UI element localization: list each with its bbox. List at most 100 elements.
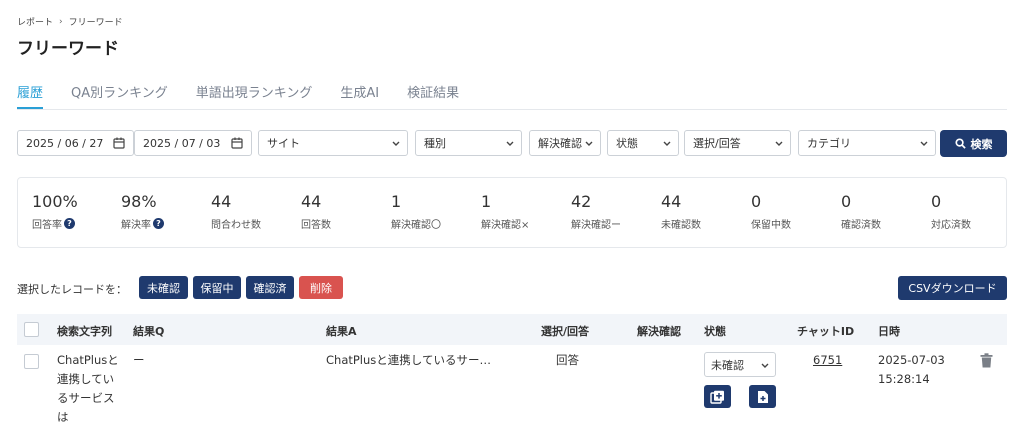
stat-answers: 44 回答数 <box>301 192 331 231</box>
delete-button[interactable]: 削除 <box>299 276 343 299</box>
stat-resolution-rate: 98% 解決率? <box>121 192 164 231</box>
category-select[interactable]: カテゴリ <box>798 130 936 156</box>
select-answer-select[interactable]: 選択/回答 <box>684 130 791 156</box>
date-from-input[interactable]: 2025 / 06 / 27 <box>17 130 134 156</box>
stat-value: 1 <box>391 192 402 211</box>
type-select[interactable]: 種別 <box>415 130 522 156</box>
stat-unconfirmed: 44 未確認数 <box>661 192 701 231</box>
column-header-select-answer[interactable]: 選択/回答 <box>541 323 589 339</box>
stat-value: 44 <box>661 192 682 211</box>
search-icon <box>954 138 966 149</box>
cell-select-answer: 回答 <box>556 353 579 367</box>
state-select[interactable]: 状態 <box>607 130 679 156</box>
chevron-down-icon <box>663 141 671 146</box>
tab-word-ranking[interactable]: 単語出現ランキング <box>196 80 313 109</box>
stat-resolved-none: 42 解決確認ー <box>571 192 621 231</box>
date-to-input[interactable]: 2025 / 07 / 03 <box>134 130 252 156</box>
stat-resolved-no: 1 解決確認× <box>481 192 529 231</box>
csv-download-button[interactable]: CSVダウンロード <box>898 276 1007 300</box>
add-to-library-button[interactable] <box>704 385 731 408</box>
stat-label: 解決率 <box>121 220 151 231</box>
stat-value: 100% <box>32 192 78 211</box>
select-all-checkbox[interactable] <box>24 322 39 337</box>
stat-label: 保留中数 <box>751 220 791 231</box>
stat-value: 98% <box>121 192 157 211</box>
chat-id-link[interactable]: 6751 <box>813 353 842 367</box>
stat-label: 解決確認× <box>481 220 530 231</box>
column-header-search-text[interactable]: 検索文字列 <box>57 323 112 339</box>
site-select[interactable]: サイト <box>258 130 408 156</box>
stat-label: 回答数 <box>301 220 331 231</box>
column-header-result-q[interactable]: 結果Q <box>133 323 164 339</box>
column-header-chat-id[interactable]: チャットID <box>797 323 854 339</box>
tab-qa-ranking[interactable]: QA別ランキング <box>71 80 168 109</box>
date-from-value: 2025 / 06 / 27 <box>26 136 104 150</box>
cell-datetime: 2025-07-03 15:28:14 <box>878 351 945 389</box>
stat-resolved-yes: 1 解決確認〇 <box>391 192 441 231</box>
add-document-button[interactable] <box>749 385 776 408</box>
cell-chat-id: 6751 <box>813 351 842 370</box>
mark-unconfirmed-button[interactable]: 未確認 <box>139 276 188 299</box>
cell-search-text: ChatPlusと 連携してい るサービス は <box>57 351 127 424</box>
stat-value: 42 <box>571 192 592 211</box>
bulk-action-label: 選択したレコードを： <box>17 283 127 296</box>
column-header-result-a[interactable]: 結果A <box>326 323 357 339</box>
type-select-value: 種別 <box>424 137 446 150</box>
stat-pending: 0 保留中数 <box>751 192 791 231</box>
resolution-select-value: 解決確認 <box>538 137 582 150</box>
stats-panel: 100% 回答率? 98% 解決率? 44 問合わせ数 44 回答数 1 解決確… <box>17 177 1007 248</box>
mark-confirmed-button[interactable]: 確認済 <box>246 276 294 299</box>
breadcrumb-parent[interactable]: レポート <box>17 15 53 28</box>
search-button[interactable]: 検索 <box>940 130 1007 157</box>
stat-value: 0 <box>751 192 762 211</box>
stat-confirmed: 0 確認済数 <box>841 192 881 231</box>
stat-inquiries: 44 問合わせ数 <box>211 192 261 231</box>
filter-bar: 2025 / 06 / 27 2025 / 07 / 03 サイト 種別 解決確… <box>17 130 1007 157</box>
trash-icon[interactable] <box>980 353 993 368</box>
stat-label: 回答率 <box>32 220 62 231</box>
note-add-icon <box>757 390 768 403</box>
stat-value: 1 <box>481 192 492 211</box>
chevron-down-icon <box>920 141 928 146</box>
category-select-value: カテゴリ <box>807 137 851 150</box>
mark-pending-button[interactable]: 保留中 <box>193 276 241 299</box>
date-text: 2025-07-03 <box>878 353 945 367</box>
stat-label: 未確認数 <box>661 220 701 231</box>
stat-label: 解決確認ー <box>571 220 621 231</box>
column-header-resolution[interactable]: 解決確認 <box>637 323 681 339</box>
search-button-label: 検索 <box>970 137 993 151</box>
stat-value: 44 <box>211 192 232 211</box>
cell-result-a[interactable]: ChatPlusと連携しているサー… <box>326 351 491 370</box>
tab-generative-ai[interactable]: 生成AI <box>340 80 379 109</box>
time-text: 15:28:14 <box>878 372 930 386</box>
calendar-icon[interactable] <box>231 137 243 149</box>
library-add-icon <box>710 390 724 404</box>
tab-bar: 履歴 QA別ランキング 単語出現ランキング 生成AI 検証結果 <box>17 80 1007 110</box>
stat-label: 対応済数 <box>931 220 971 231</box>
stat-value: 0 <box>841 192 852 211</box>
column-header-datetime[interactable]: 日時 <box>878 323 900 339</box>
stat-value: 44 <box>301 192 322 211</box>
tab-history[interactable]: 履歴 <box>17 80 44 109</box>
chevron-down-icon <box>392 141 400 146</box>
select-answer-select-value: 選択/回答 <box>693 137 741 150</box>
date-to-value: 2025 / 07 / 03 <box>143 136 221 150</box>
search-text-line: 連携してい <box>57 372 115 386</box>
breadcrumb-current: フリーワード <box>68 18 123 28</box>
column-header-status[interactable]: 状態 <box>704 323 726 339</box>
status-select[interactable]: 未確認 <box>704 352 776 377</box>
stat-handled: 0 対応済数 <box>931 192 971 231</box>
stat-value: 0 <box>931 192 942 211</box>
row-checkbox[interactable] <box>24 354 39 369</box>
status-select-value: 未確認 <box>711 358 744 372</box>
help-icon[interactable]: ? <box>153 218 164 229</box>
calendar-icon[interactable] <box>113 137 125 149</box>
help-icon[interactable]: ? <box>64 218 75 229</box>
tab-verification[interactable]: 検証結果 <box>407 80 459 109</box>
resolution-select[interactable]: 解決確認 <box>529 130 601 156</box>
state-select-value: 状態 <box>616 137 638 150</box>
stat-label: 問合わせ数 <box>211 220 261 231</box>
chevron-down-icon <box>585 141 593 146</box>
table-row: ChatPlusと 連携してい るサービス は ー ChatPlusと連携してい… <box>17 345 1007 424</box>
breadcrumb-separator: › <box>59 16 63 27</box>
